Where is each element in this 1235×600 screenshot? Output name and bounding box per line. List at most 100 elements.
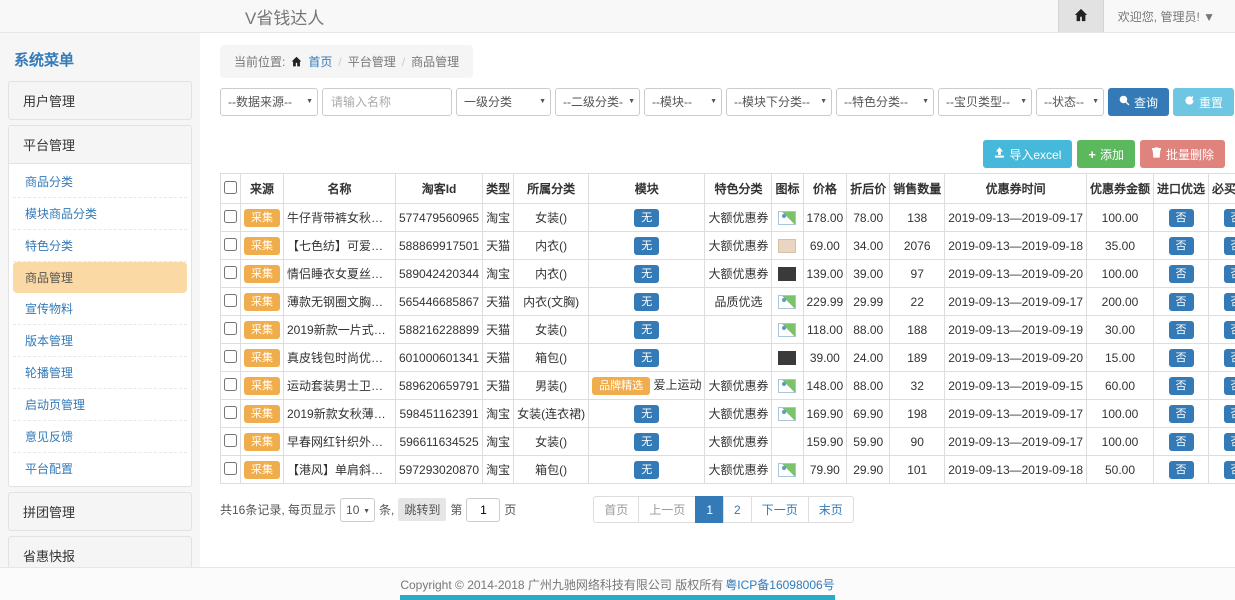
must-buy-toggle[interactable]: 否: [1224, 237, 1235, 255]
cell-feature: 大额优惠券: [705, 260, 772, 288]
sidebar-subitem[interactable]: 轮播管理: [13, 357, 187, 389]
cell-type: 淘宝: [483, 456, 514, 484]
filter-select-2[interactable]: --二级分类--: [555, 88, 640, 116]
data-source-select[interactable]: --数据来源--: [220, 88, 318, 116]
cell-taoke-id: 565446685867: [396, 288, 483, 316]
upload-icon: [994, 147, 1005, 161]
page-button[interactable]: 下一页: [751, 496, 809, 523]
add-button[interactable]: + 添加: [1077, 140, 1135, 168]
module-badge[interactable]: 无: [634, 349, 659, 367]
import-select-toggle[interactable]: 否: [1169, 209, 1194, 227]
table-row: 采集运动套装男士卫衣初秋...589620659791天猫男装()品牌精选 爱上…: [221, 372, 1235, 400]
row-checkbox[interactable]: [224, 266, 237, 279]
sidebar-subitem[interactable]: 宣传物料: [13, 293, 187, 325]
import-excel-button[interactable]: 导入excel: [983, 140, 1072, 168]
page-button[interactable]: 上一页: [638, 496, 696, 523]
reset-button[interactable]: 重置: [1173, 88, 1234, 116]
filter-select-6[interactable]: --宝贝类型--: [938, 88, 1032, 116]
breadcrumb-home-link[interactable]: 首页: [308, 53, 332, 70]
import-select-toggle[interactable]: 否: [1169, 293, 1194, 311]
sidebar-subitem[interactable]: 模块商品分类: [13, 198, 187, 230]
sidebar-subitem[interactable]: 平台配置: [13, 453, 187, 484]
import-select-toggle[interactable]: 否: [1169, 461, 1194, 479]
sidebar-subitem[interactable]: 特色分类: [13, 230, 187, 262]
import-select-toggle[interactable]: 否: [1169, 237, 1194, 255]
import-select-toggle[interactable]: 否: [1169, 405, 1194, 423]
jump-page-input[interactable]: [466, 498, 500, 522]
row-checkbox[interactable]: [224, 434, 237, 447]
sidebar-subitem[interactable]: 启动页管理: [13, 389, 187, 421]
sidebar-subitem[interactable]: 版本管理: [13, 325, 187, 357]
summary-mid: 条,: [379, 501, 394, 518]
row-checkbox[interactable]: [224, 462, 237, 475]
module-badge[interactable]: 无: [634, 433, 659, 451]
import-select-toggle[interactable]: 否: [1169, 377, 1194, 395]
must-buy-toggle[interactable]: 否: [1224, 377, 1235, 395]
select-all-checkbox[interactable]: [224, 181, 237, 194]
breadcrumb: 当前位置: 首页 / 平台管理 / 商品管理: [220, 45, 473, 78]
module-badge[interactable]: 无: [634, 209, 659, 227]
import-select-toggle[interactable]: 否: [1169, 433, 1194, 451]
row-checkbox[interactable]: [224, 406, 237, 419]
search-icon: [1119, 95, 1130, 109]
must-buy-toggle[interactable]: 否: [1224, 209, 1235, 227]
icp-link[interactable]: 粤ICP备16098006号: [725, 576, 834, 593]
module-badge[interactable]: 无: [634, 461, 659, 479]
sidebar-item[interactable]: 平台管理: [9, 126, 191, 164]
row-checkbox[interactable]: [224, 350, 237, 363]
sidebar-item[interactable]: 拼团管理: [8, 492, 192, 531]
must-buy-toggle[interactable]: 否: [1224, 461, 1235, 479]
page-button[interactable]: 2: [723, 496, 752, 523]
must-buy-toggle[interactable]: 否: [1224, 349, 1235, 367]
cell-coupon-amount: 50.00: [1087, 456, 1154, 484]
row-checkbox[interactable]: [224, 322, 237, 335]
home-button[interactable]: [1058, 0, 1104, 32]
must-buy-toggle[interactable]: 否: [1224, 293, 1235, 311]
name-search-input[interactable]: [322, 88, 452, 116]
sidebar-subitem[interactable]: 商品分类: [13, 166, 187, 198]
cell-type: 淘宝: [483, 400, 514, 428]
cell-category: 女装(): [514, 204, 589, 232]
user-dropdown[interactable]: 欢迎您, 管理员! ▼: [1104, 8, 1235, 25]
cell-name: 【港风】单肩斜跨链条...: [284, 456, 396, 484]
row-checkbox[interactable]: [224, 294, 237, 307]
module-badge[interactable]: 无: [634, 265, 659, 283]
must-buy-toggle[interactable]: 否: [1224, 405, 1235, 423]
filter-select-5[interactable]: --特色分类--: [836, 88, 934, 116]
filter-select-4[interactable]: --模块下分类--: [726, 88, 832, 116]
import-select-toggle[interactable]: 否: [1169, 265, 1194, 283]
header-right: 欢迎您, 管理员! ▼: [1058, 0, 1235, 32]
module-badge[interactable]: 品牌精选: [592, 377, 650, 395]
sidebar-item[interactable]: 省惠快报: [8, 536, 192, 567]
row-checkbox[interactable]: [224, 210, 237, 223]
page-button[interactable]: 1: [695, 496, 724, 523]
main-wrapper: 系统菜单 用户管理平台管理商品分类模块商品分类特色分类商品管理宣传物料版本管理轮…: [0, 33, 1235, 567]
row-checkbox[interactable]: [224, 378, 237, 391]
page-size-select[interactable]: 10: [340, 498, 375, 522]
filter-select-7[interactable]: --状态--: [1036, 88, 1104, 116]
sidebar-subitem[interactable]: 意见反馈: [13, 421, 187, 453]
module-badge[interactable]: 无: [634, 405, 659, 423]
import-select-toggle[interactable]: 否: [1169, 321, 1194, 339]
import-select-toggle[interactable]: 否: [1169, 349, 1194, 367]
cell-taoke-id: 588216228899: [396, 316, 483, 344]
filter-select-3[interactable]: --模块--: [644, 88, 722, 116]
filter-select-1[interactable]: 一级分类: [456, 88, 551, 116]
cell-import-select: 否: [1154, 232, 1209, 260]
row-checkbox[interactable]: [224, 238, 237, 251]
page-button[interactable]: 末页: [808, 496, 854, 523]
sidebar-subitem[interactable]: 商品管理: [13, 262, 187, 293]
module-badge[interactable]: 无: [634, 237, 659, 255]
cell-taoke-id: 598451162391: [396, 400, 483, 428]
must-buy-toggle[interactable]: 否: [1224, 321, 1235, 339]
must-buy-toggle[interactable]: 否: [1224, 265, 1235, 283]
sidebar-item[interactable]: 用户管理: [8, 81, 192, 120]
module-badge[interactable]: 无: [634, 293, 659, 311]
module-badge[interactable]: 无: [634, 321, 659, 339]
search-button[interactable]: 查询: [1108, 88, 1169, 116]
cell-icon: [772, 456, 803, 484]
batch-delete-button[interactable]: 批量删除: [1140, 140, 1225, 168]
page-button[interactable]: 首页: [593, 496, 639, 523]
cell-coupon-time: 2019-09-13—2019-09-15: [945, 372, 1087, 400]
must-buy-toggle[interactable]: 否: [1224, 433, 1235, 451]
